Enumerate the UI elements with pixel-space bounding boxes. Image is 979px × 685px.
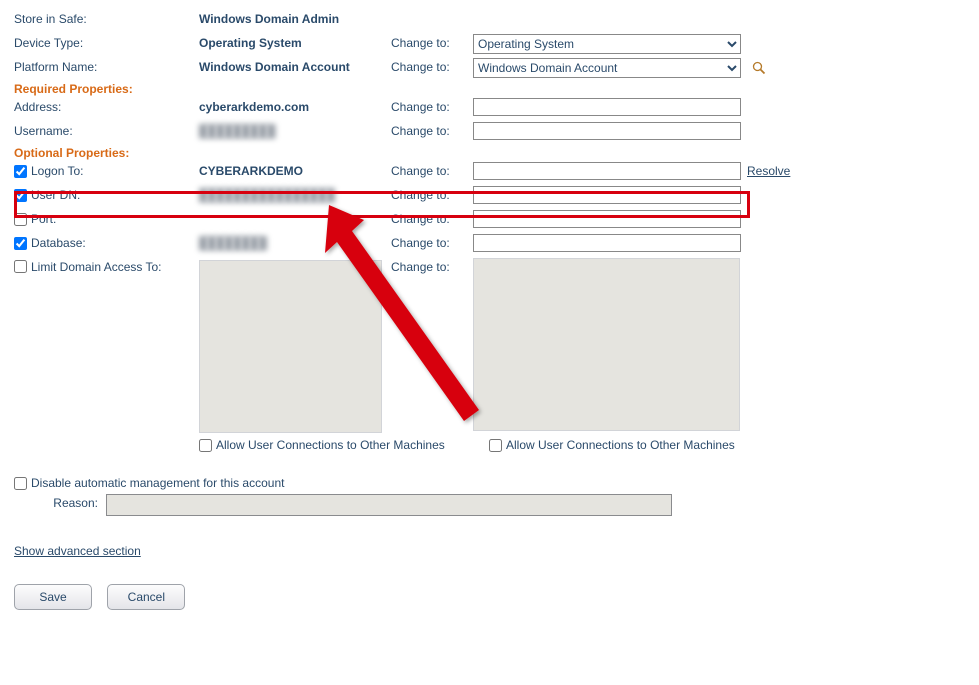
reason-input xyxy=(106,494,672,516)
user-dn-label: User DN: xyxy=(31,188,80,202)
device-type-value: Operating System xyxy=(199,34,391,50)
limit-domain-current-textarea[interactable] xyxy=(199,260,382,433)
database-checkbox[interactable] xyxy=(14,237,27,250)
username-input[interactable] xyxy=(473,122,741,140)
database-input[interactable] xyxy=(473,234,741,252)
address-change-label: Change to: xyxy=(391,98,473,114)
username-label: Username: xyxy=(14,122,199,138)
port-value xyxy=(199,210,391,212)
port-label: Port: xyxy=(31,212,56,226)
logon-to-change-label: Change to: xyxy=(391,162,473,178)
resolve-link[interactable]: Resolve xyxy=(747,164,790,178)
user-dn-value: ████████████████ xyxy=(199,186,391,202)
user-dn-change-label: Change to: xyxy=(391,186,473,202)
show-advanced-link[interactable]: Show advanced section xyxy=(14,544,141,558)
allow-connections-right-label: Allow User Connections to Other Machines xyxy=(506,438,735,452)
magnify-icon[interactable] xyxy=(751,60,767,76)
limit-domain-change-label: Change to: xyxy=(391,258,473,274)
logon-to-checkbox[interactable] xyxy=(14,165,27,178)
reason-label: Reason: xyxy=(14,494,106,510)
store-in-safe-label: Store in Safe: xyxy=(14,10,199,26)
required-properties-header: Required Properties: xyxy=(14,82,965,96)
store-in-safe-value: Windows Domain Admin xyxy=(199,10,391,26)
database-change-label: Change to: xyxy=(391,234,473,250)
username-change-label: Change to: xyxy=(391,122,473,138)
username-value: █████████ xyxy=(199,122,391,138)
disable-auto-mgmt-label: Disable automatic management for this ac… xyxy=(31,476,284,490)
database-value: ████████ xyxy=(199,234,391,250)
address-input[interactable] xyxy=(473,98,741,116)
device-type-label: Device Type: xyxy=(14,34,199,50)
database-label: Database: xyxy=(31,236,86,250)
save-button[interactable]: Save xyxy=(14,584,92,610)
logon-to-value: CYBERARKDEMO xyxy=(199,162,391,178)
cancel-button[interactable]: Cancel xyxy=(107,584,185,610)
port-input[interactable] xyxy=(473,210,741,228)
platform-name-change-label: Change to: xyxy=(391,58,473,74)
limit-domain-input-textarea[interactable] xyxy=(473,258,740,431)
logon-to-label: Logon To: xyxy=(31,164,84,178)
platform-name-select[interactable]: Windows Domain Account xyxy=(473,58,741,78)
allow-connections-left-label: Allow User Connections to Other Machines xyxy=(216,438,445,452)
limit-domain-label: Limit Domain Access To: xyxy=(31,260,162,274)
disable-auto-mgmt-checkbox[interactable] xyxy=(14,477,27,490)
device-type-select[interactable]: Operating System xyxy=(473,34,741,54)
user-dn-input[interactable] xyxy=(473,186,741,204)
platform-name-value: Windows Domain Account xyxy=(199,58,391,74)
allow-connections-left-checkbox[interactable] xyxy=(199,439,212,452)
address-label: Address: xyxy=(14,98,199,114)
optional-properties-header: Optional Properties: xyxy=(14,146,965,160)
limit-domain-checkbox[interactable] xyxy=(14,260,27,273)
platform-name-label: Platform Name: xyxy=(14,58,199,74)
port-checkbox[interactable] xyxy=(14,213,27,226)
port-change-label: Change to: xyxy=(391,210,473,226)
address-value: cyberarkdemo.com xyxy=(199,98,391,114)
device-type-change-label: Change to: xyxy=(391,34,473,50)
allow-connections-right-checkbox[interactable] xyxy=(489,439,502,452)
user-dn-checkbox[interactable] xyxy=(14,189,27,202)
logon-to-input[interactable] xyxy=(473,162,741,180)
